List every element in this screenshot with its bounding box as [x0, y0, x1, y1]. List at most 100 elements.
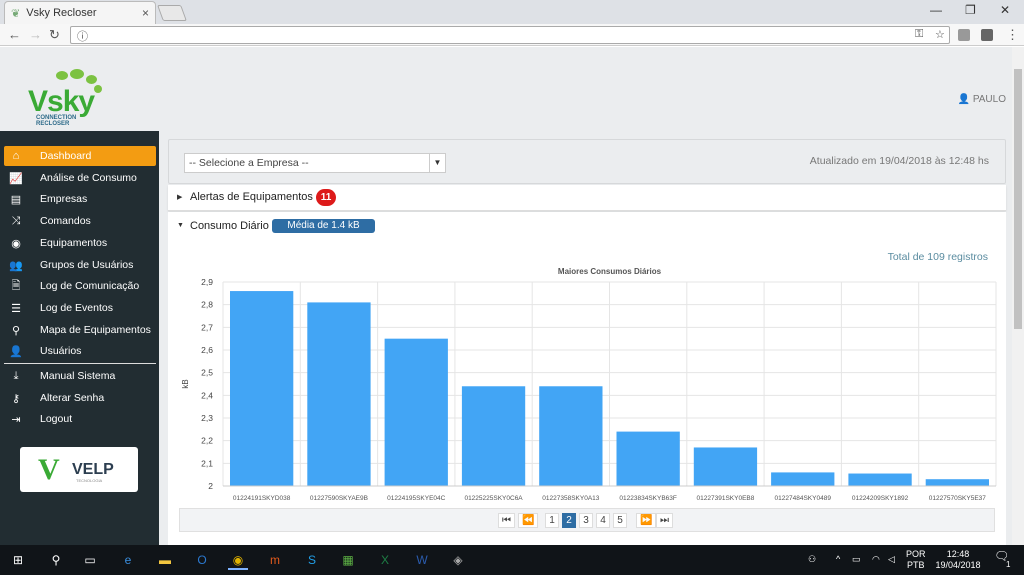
clock[interactable]: 12:48 19/04/2018 — [932, 549, 984, 571]
language-indicator[interactable]: POR PTB — [906, 549, 926, 571]
window-close-icon[interactable]: ✕ — [1000, 3, 1010, 17]
sidebar-item-label: Grupos de Usuários — [40, 259, 134, 271]
sidebar-item-comandos[interactable]: ⤨ Comandos — [4, 211, 156, 231]
first-page-button[interactable]: ⏮ — [498, 513, 515, 528]
forward-icon[interactable]: → — [29, 27, 42, 42]
file-explorer-icon[interactable]: ▬ — [155, 550, 175, 570]
outlook-icon[interactable]: O — [192, 550, 212, 570]
page-scrollbar[interactable] — [1012, 47, 1024, 545]
sidebar-item-logout[interactable]: ⇥ Logout — [4, 409, 156, 429]
y-tick-label: 2 — [208, 481, 213, 491]
search-icon[interactable]: ⚲ — [46, 550, 66, 570]
y-tick-label: 2,2 — [201, 436, 213, 446]
chevron-up-icon[interactable]: ^ — [836, 554, 840, 565]
windows-taskbar: ⊞ ⚲ ▭ e ▬ O ◉ m S ▦ X W ◈ ⚇ ^ ▭ ◠ ◁ POR P… — [0, 545, 1024, 575]
podcast-icon: ◉ — [11, 237, 21, 250]
back-icon[interactable]: ← — [8, 27, 21, 42]
alerts-panel-header[interactable]: ▶ Alertas de Equipamentos 11 — [168, 185, 1006, 211]
bar — [539, 386, 603, 486]
reload-icon[interactable]: ↻ — [49, 27, 60, 43]
page-button[interactable]: 5 — [613, 513, 627, 528]
notification-count: 1 — [1006, 560, 1011, 569]
sidebar-item-grupos-usuarios[interactable]: 👥 Grupos de Usuários — [4, 255, 156, 275]
logo-subtitle: CONNECTION RECLOSER — [36, 115, 77, 127]
volume-icon[interactable]: ◁ — [888, 554, 895, 565]
sidebar-item-manual-sistema[interactable]: ⤓ Manual Sistema — [4, 366, 156, 386]
sidebar-item-alterar-senha[interactable]: ⚷ Alterar Senha — [4, 388, 156, 408]
app-icon[interactable]: ▦ — [338, 550, 358, 570]
chrome-icon[interactable]: ◉ — [228, 550, 248, 570]
sidebar-item-log-comunicacao[interactable]: 🗎 Log de Comunicação — [4, 276, 156, 296]
sidebar-item-log-eventos[interactable]: ☰ Log de Eventos — [4, 298, 156, 318]
velp-logo: V VELP TECNOLOGIA — [20, 447, 138, 492]
chevron-down-icon[interactable]: ▼ — [429, 154, 445, 172]
x-tick-label: 01225225SKY0C6A — [464, 495, 523, 502]
sidebar-item-equipamentos[interactable]: ◉ Equipamentos — [4, 233, 156, 253]
word-icon[interactable]: W — [412, 550, 432, 570]
sidebar-item-mapa-equipamentos[interactable]: ⚲ Mapa de Equipamentos — [4, 320, 156, 340]
consumo-label[interactable]: Consumo Diário — [190, 220, 269, 232]
sidebar-item-label: Dashboard — [40, 150, 92, 162]
app-icon[interactable]: ◈ — [448, 550, 468, 570]
info-icon[interactable]: ⓘ — [77, 28, 88, 44]
sidebar-item-empresas[interactable]: ▤ Empresas — [4, 189, 156, 209]
app-icon[interactable]: m — [265, 550, 285, 570]
consumo-bar-chart: Maiores Consumos Diários 2 2,1 2,2 2,3 2,4 2,5… — [181, 267, 997, 502]
sidebar-item-label: Análise de Consumo — [40, 172, 137, 184]
empresa-select[interactable]: -- Selecione a Empresa -- ▼ — [184, 153, 446, 173]
alerts-label: Alertas de Equipamentos — [190, 191, 313, 203]
excel-icon[interactable]: X — [375, 550, 395, 570]
new-tab-button[interactable] — [157, 5, 187, 21]
sidebar-item-usuarios[interactable]: 👤 Usuários — [4, 341, 156, 361]
home-icon: ⌂ — [12, 150, 20, 162]
browser-tab-strip: ❦ Vsky Recloser × — ❐ ✕ — [0, 0, 1024, 24]
vsky-logo: Vsky CONNECTION RECLOSER — [28, 69, 118, 129]
page-button[interactable]: 4 — [596, 513, 610, 528]
caret-right-icon: ▶ — [177, 194, 183, 201]
maximize-icon[interactable]: ❐ — [965, 3, 976, 17]
consumo-panel: ▼ Consumo Diário Média de 1.4 kB Total d… — [168, 212, 1006, 545]
people-icon[interactable]: ⚇ — [808, 554, 816, 565]
tab-close-icon[interactable]: × — [142, 6, 149, 20]
x-tick-label: 01224195SKYE04C — [387, 495, 445, 502]
battery-icon[interactable]: ▭ — [852, 554, 861, 565]
caret-down-icon[interactable]: ▼ — [177, 222, 184, 229]
user-menu[interactable]: 👤 PAULO — [958, 94, 1006, 105]
sidebar-item-label: Manual Sistema — [40, 370, 116, 382]
menu-icon[interactable]: ⋮ — [1006, 27, 1019, 43]
page-button[interactable]: 1 — [545, 513, 559, 528]
page-button-current[interactable]: 2 — [562, 513, 576, 528]
sidebar-item-dashboard[interactable]: ⌂ Dashboard — [4, 146, 156, 166]
x-tick-label: 01227391SKY0EB8 — [697, 495, 755, 502]
page-button[interactable]: 3 — [579, 513, 593, 528]
next-page-button[interactable]: ⏩ — [636, 513, 657, 528]
address-bar[interactable]: ⓘ ⚿ ☆ — [70, 26, 950, 44]
velp-text: VELP — [72, 461, 114, 478]
x-tick-label: 01223834SKYB63F — [619, 495, 676, 502]
sidebar-item-label: Equipamentos — [40, 237, 108, 249]
sidebar-item-label: Usuários — [40, 345, 82, 357]
windows-start-icon[interactable]: ⊞ — [8, 550, 28, 570]
last-page-button[interactable]: ⏭ — [656, 513, 673, 528]
skype-icon[interactable]: S — [302, 550, 322, 570]
task-view-icon[interactable]: ▭ — [80, 550, 100, 570]
edge-icon[interactable]: e — [118, 550, 138, 570]
sidebar-item-label: Logout — [40, 413, 73, 425]
empresa-select-value: -- Selecione a Empresa -- — [189, 157, 309, 169]
y-tick-label: 2,5 — [201, 368, 213, 378]
x-tick-label: 01227358SKY0A13 — [542, 495, 599, 502]
browser-tab[interactable]: ❦ Vsky Recloser × — [4, 1, 156, 24]
star-icon[interactable]: ☆ — [935, 28, 945, 41]
sidebar-item-analise-consumo[interactable]: 📈 Análise de Consumo — [4, 168, 156, 188]
shuffle-icon: ⤨ — [11, 214, 21, 227]
key-icon[interactable]: ⚿ — [915, 28, 923, 41]
prev-page-button[interactable]: ⏪ — [518, 513, 539, 528]
scrollbar-thumb[interactable] — [1014, 69, 1022, 329]
minimize-icon[interactable]: — — [930, 3, 942, 17]
line-chart-icon: 📈 — [9, 172, 23, 185]
wifi-icon[interactable]: ◠ — [872, 554, 880, 565]
user-icon: 👤 — [9, 345, 23, 358]
x-tick-label: 01227570SKY5E37 — [929, 495, 986, 502]
extension-icon[interactable] — [981, 29, 993, 41]
extension-icon[interactable] — [958, 29, 970, 41]
